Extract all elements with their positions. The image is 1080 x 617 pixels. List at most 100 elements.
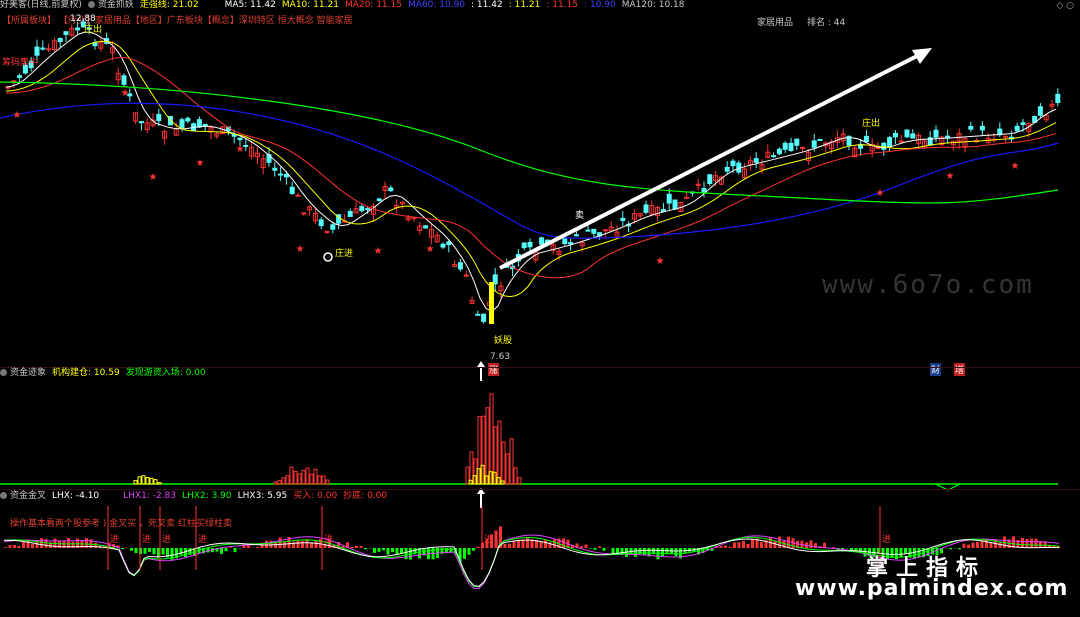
signal-star-icon: ★ xyxy=(374,246,383,257)
buy-value: 买入: 0.00 xyxy=(293,491,338,501)
sub-panel-1-header: 资金迹象 机构建仓: 10.59 发现游资入场: 0.00 xyxy=(0,368,212,379)
sub1-name[interactable]: 资金迹象 xyxy=(10,368,46,378)
candle-body xyxy=(376,198,382,201)
lhx-histogram-bar xyxy=(517,540,520,548)
lhx-histogram-bar xyxy=(728,546,732,548)
lhx-histogram-bar xyxy=(674,548,678,557)
lhx-histogram-bar xyxy=(589,548,592,549)
lhx-histogram-bar xyxy=(1025,538,1029,548)
lhx-histogram-bar xyxy=(553,539,556,548)
lhx-histogram-bar xyxy=(472,548,475,551)
lhx-histogram-bar xyxy=(634,548,637,557)
low-price-label: 7.63 xyxy=(490,352,511,362)
lhx-histogram-bar xyxy=(503,544,507,548)
lhx-histogram-bar xyxy=(521,539,525,548)
lhx-histogram-bar xyxy=(976,542,979,548)
candle-body xyxy=(817,138,823,141)
candle-body xyxy=(121,75,127,85)
lhx-histogram-bar xyxy=(274,542,277,548)
zhuang-chu-label-2: 庄出 xyxy=(862,119,881,129)
candle-body xyxy=(46,48,52,51)
strategy-note: 操作基本看两个股参考 ) 金叉买 ，死叉卖 红柱买绿柱卖 xyxy=(10,519,232,529)
candle-body xyxy=(753,158,759,163)
buy-signal-label: 进 xyxy=(882,534,891,545)
fund-bar xyxy=(505,453,510,485)
fund-bar xyxy=(313,468,318,485)
candle-body xyxy=(620,217,626,221)
lhx-histogram-bar xyxy=(494,530,498,548)
lhx-histogram-bar xyxy=(809,540,813,548)
candle-body xyxy=(1003,135,1009,138)
candle-body xyxy=(34,46,40,56)
candle-body xyxy=(968,125,974,130)
candle-body xyxy=(904,129,910,138)
fund-bar xyxy=(489,393,494,485)
fund-bar xyxy=(141,475,146,485)
lhx-histogram-bar xyxy=(301,541,304,548)
hot-money-value: 发现游资入场: 0.00 xyxy=(125,368,206,378)
fund-bar xyxy=(289,466,294,485)
watermark-site: www.6o7o.com xyxy=(822,270,1034,300)
lhx-histogram-bar xyxy=(355,545,358,548)
fund-bar xyxy=(149,477,154,485)
lhx-histogram-bar xyxy=(179,548,183,555)
candle-body xyxy=(185,117,191,122)
lhx-histogram-bar xyxy=(265,540,268,548)
lhx-histogram-bar xyxy=(724,545,727,548)
candle-body xyxy=(730,160,736,167)
candle-body xyxy=(945,135,951,139)
lhx-histogram-bar xyxy=(1021,537,1024,548)
fund-bar xyxy=(273,481,278,485)
lhx-histogram-bar xyxy=(283,541,286,548)
indicator-dot-icon[interactable] xyxy=(0,492,7,499)
candle-body xyxy=(202,123,208,127)
buy-signal-label: 进 xyxy=(324,534,333,545)
lhx-histogram-bar xyxy=(31,543,34,548)
zeng-badge[interactable]: 增 xyxy=(954,363,966,376)
candle-body xyxy=(1055,93,1061,104)
lhx-histogram-bar xyxy=(476,546,480,548)
sell-value: 抄底: 0.00 xyxy=(343,491,388,501)
lhx-histogram-bar xyxy=(746,543,750,548)
lhx-histogram-bar xyxy=(391,548,394,553)
left-signal-label: 筹码集中 xyxy=(2,58,39,68)
candle-body xyxy=(776,148,782,155)
lhx-histogram-bar xyxy=(134,548,138,554)
candle-body xyxy=(794,138,800,146)
lhx-histogram-bar xyxy=(152,548,156,555)
inst-build-value: 机构建仓: 10.59 xyxy=(52,368,120,378)
candle-body xyxy=(481,313,487,322)
lhx-histogram-bar xyxy=(467,548,471,555)
candle-body xyxy=(75,27,81,31)
candle-body xyxy=(440,243,446,248)
lhx-histogram-bar xyxy=(292,541,295,548)
indicator-dot-icon[interactable] xyxy=(0,369,7,376)
buy-signal-label: 进 xyxy=(162,534,171,545)
candle-body xyxy=(602,229,608,232)
lhx-histogram-bar xyxy=(580,546,583,548)
lhx-histogram-bar xyxy=(751,539,754,548)
sub2-name[interactable]: 资金金叉 xyxy=(10,491,46,501)
lhx-histogram-bar xyxy=(562,538,565,548)
fund-bar xyxy=(497,420,502,485)
signal-star-icon: ★ xyxy=(946,171,955,182)
lhx-histogram-bar xyxy=(463,548,466,559)
zhang-badge[interactable]: 涨 xyxy=(488,363,500,376)
lhx-histogram-bar xyxy=(733,542,736,548)
lhx-histogram-bar xyxy=(593,548,597,550)
lhx-histogram-bar xyxy=(598,546,601,548)
candle-body xyxy=(771,155,777,158)
lhx3-value: LHX3: 5.95 xyxy=(237,491,288,501)
signal-star-icon: ★ xyxy=(296,244,305,255)
cai-badge[interactable]: 财 xyxy=(930,363,942,376)
lhx-histogram-bar xyxy=(314,540,318,548)
candle-body xyxy=(57,38,63,43)
lhx-histogram-bar xyxy=(602,548,606,551)
candle-body xyxy=(568,242,574,245)
fund-bar xyxy=(305,467,310,485)
fund-bar xyxy=(145,477,150,485)
candle-body xyxy=(875,147,881,150)
lhx-histogram-bar xyxy=(161,548,165,555)
fund-bar xyxy=(309,473,314,485)
lhx-histogram-bar xyxy=(661,548,664,558)
